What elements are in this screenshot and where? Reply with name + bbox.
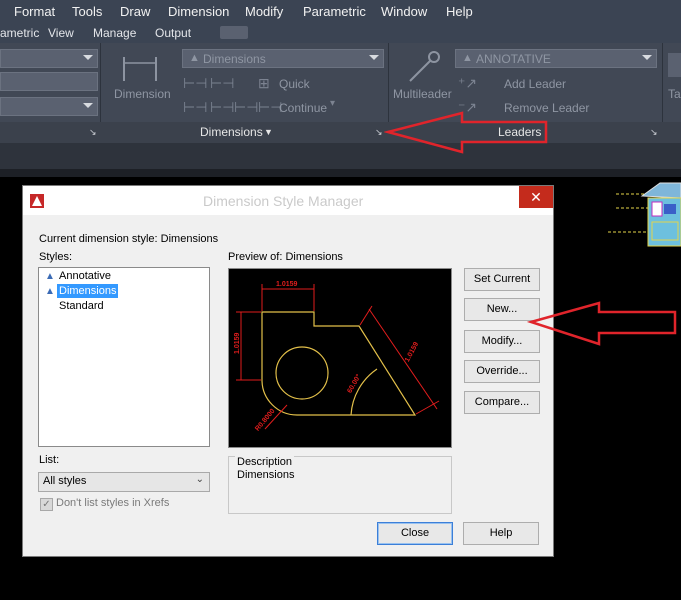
chevron-down-icon (369, 55, 379, 60)
list-filter-value: All styles (43, 475, 87, 487)
annotation-arrow-icon (384, 111, 548, 154)
annotative-icon: ▲ (462, 52, 473, 64)
drawing-area-top-edge (0, 169, 681, 177)
list-item[interactable]: Annotative (57, 269, 113, 283)
dimension-icon[interactable] (118, 51, 164, 83)
angular-icon[interactable]: ⊢⊣ (210, 99, 234, 116)
menu-bar: Format Tools Draw Dimension Modify Param… (0, 0, 681, 23)
preview-label: Preview of: Dimensions (228, 251, 343, 263)
layer-combo[interactable] (0, 49, 98, 68)
list-label: List: (39, 454, 60, 466)
baseline-icon[interactable]: ⊢⊣ (183, 99, 207, 116)
multileader-icon[interactable] (404, 49, 442, 85)
compare-button[interactable]: Compare... (464, 391, 540, 414)
quick-dim-icon[interactable]: ⊞ (258, 75, 270, 92)
xrefs-checkbox[interactable]: ✓ (40, 498, 53, 511)
annotative-icon: ▲ (189, 52, 200, 64)
annotation-arrow-icon (527, 301, 677, 346)
current-style-label: Current dimension style: Dimensions (39, 233, 219, 245)
dimension-style-launcher-icon[interactable]: ↘ (375, 127, 383, 138)
dim-text-angle: 60.00° (346, 373, 363, 395)
table-label[interactable]: Ta (668, 87, 681, 101)
dimension-label[interactable]: Dimension (114, 87, 171, 101)
multileader-label[interactable]: Multileader (393, 87, 452, 101)
description-text: Dimensions (237, 469, 295, 481)
annotative-icon: ▲ (45, 271, 55, 282)
drawing-house-icon (608, 182, 681, 247)
linear-dim-icon[interactable]: ⊢⊣ (183, 75, 207, 92)
menu-modify[interactable]: Modify (245, 4, 283, 19)
list-item-selected[interactable]: Dimensions (57, 284, 119, 298)
list-filter-select[interactable]: All styles ⌄ (38, 472, 210, 492)
dialog-title: Dimension Style Manager (203, 193, 364, 209)
override-button[interactable]: Override... (464, 360, 540, 383)
panel-title-bar (0, 122, 681, 143)
dim-text-right: 1.0159 (404, 341, 420, 363)
tab-manage[interactable]: Manage (93, 26, 136, 40)
styles-list[interactable]: ▲ Annotative ▲ Dimensions Standard (38, 267, 210, 447)
help-button[interactable]: Help (463, 522, 539, 545)
file-tab-strip (0, 143, 681, 169)
dimension-style-manager-dialog: Dimension Style Manager ✕ Current dimens… (22, 185, 554, 557)
dialog-titlebar: Dimension Style Manager ✕ (23, 186, 553, 215)
menu-help[interactable]: Help (446, 4, 473, 19)
tab-output[interactable]: Output (155, 26, 191, 40)
tab-view[interactable]: View (48, 26, 74, 40)
preview-drawing: 1.0159 1.0159 1.0159 60.00° R0.8000 (234, 281, 440, 433)
menu-draw[interactable]: Draw (120, 4, 150, 19)
add-leader-icon[interactable]: ⁺↗ (458, 75, 477, 92)
chevron-down-icon (642, 55, 652, 60)
close-icon[interactable]: ✕ (519, 186, 553, 208)
chevron-down-icon (83, 55, 93, 60)
xrefs-checkbox-label[interactable]: Don't list styles in Xrefs (56, 497, 169, 509)
menu-tools[interactable]: Tools (72, 4, 102, 19)
menu-window[interactable]: Window (381, 4, 427, 19)
tab-parametric[interactable]: ametric (0, 26, 39, 40)
quick-button[interactable]: Quick (279, 77, 310, 91)
radius-icon[interactable]: ⊢⊣ (234, 99, 258, 116)
dimensions-panel-title[interactable]: Dimensions (200, 125, 263, 139)
chevron-down-icon: ⌄ (195, 474, 204, 485)
close-button[interactable]: Close (377, 522, 453, 545)
styles-label: Styles: (39, 251, 73, 263)
chevron-down-icon (83, 103, 93, 108)
dim-text-top: 1.0159 (276, 281, 298, 288)
leader-style-combo[interactable]: ▲ ANNOTATIVE (455, 49, 657, 68)
layer-combo-2[interactable] (0, 72, 98, 91)
dimension-style-value: Dimensions (203, 52, 266, 66)
table-icon[interactable] (668, 53, 681, 77)
dialog-launcher-icon[interactable]: ↘ (89, 127, 97, 138)
menu-parametric[interactable]: Parametric (303, 4, 366, 19)
description-group: Description Dimensions (228, 456, 452, 514)
layer-combo-3[interactable] (0, 97, 98, 116)
menu-dimension[interactable]: Dimension (168, 4, 229, 19)
aligned-dim-icon[interactable]: ⊢⊣ (210, 75, 234, 92)
style-preview: 1.0159 1.0159 1.0159 60.00° R0.8000 (228, 268, 452, 448)
dim-text-left: 1.0159 (234, 332, 241, 354)
leader-style-launcher-icon[interactable]: ↘ (650, 127, 658, 138)
tab-dropdown-button[interactable] (220, 26, 248, 39)
leader-style-value: ANNOTATIVE (476, 52, 551, 66)
description-label: Description (235, 456, 295, 468)
autocad-logo-icon (30, 194, 44, 208)
chevron-down-icon[interactable]: ▾ (330, 98, 335, 109)
list-item[interactable]: Standard (57, 299, 106, 313)
add-leader-button[interactable]: Add Leader (504, 77, 566, 91)
set-current-button[interactable]: Set Current (464, 268, 540, 291)
chevron-down-icon[interactable]: ▼ (264, 127, 273, 137)
ribbon-tabs: ametric View Manage Output (0, 23, 681, 43)
menu-format[interactable]: Format (14, 4, 55, 19)
continue-button[interactable]: Continue (279, 101, 327, 115)
dimension-style-combo[interactable]: ▲ Dimensions (182, 49, 384, 68)
annotative-icon: ▲ (45, 286, 55, 297)
